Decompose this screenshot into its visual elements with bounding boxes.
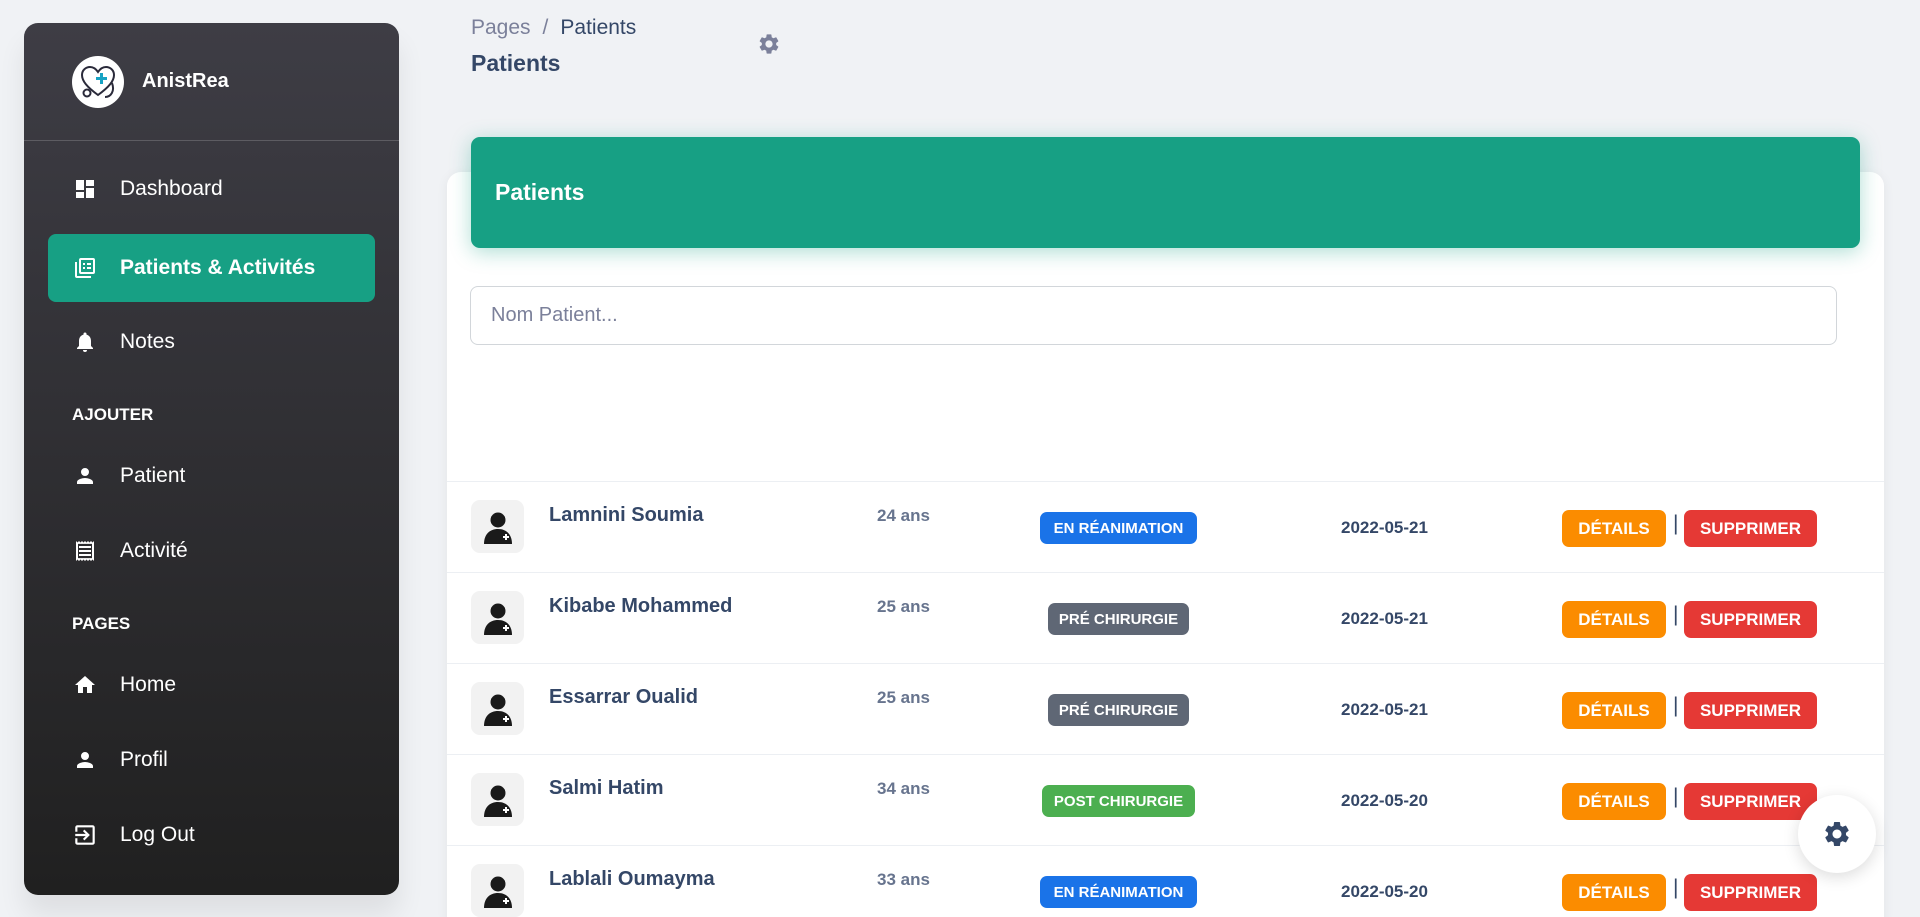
patient-name: Kibabe Mohammed bbox=[549, 595, 733, 617]
home-icon bbox=[72, 672, 98, 698]
dashboard-icon bbox=[72, 176, 98, 202]
sidebar-item-label: Notes bbox=[120, 330, 175, 353]
patient-avatar-icon bbox=[471, 864, 524, 917]
patient-date: 2022-05-20 bbox=[1341, 882, 1428, 901]
gear-icon bbox=[1825, 822, 1849, 846]
brand[interactable]: AnistRea bbox=[24, 23, 399, 141]
heart-stethoscope-icon bbox=[72, 55, 124, 108]
patient-name: Essarrar Oualid bbox=[549, 686, 698, 708]
patient-avatar-icon bbox=[471, 682, 524, 735]
sidebar-item-notes[interactable]: Notes bbox=[48, 308, 375, 376]
breadcrumb-current: Patients bbox=[560, 16, 637, 39]
sidebar-item-patients-activities[interactable]: Patients & Activités bbox=[48, 234, 375, 302]
patient-date: 2022-05-21 bbox=[1341, 518, 1428, 537]
logout-icon bbox=[72, 822, 98, 848]
patient-age: 25 ans bbox=[877, 597, 930, 616]
status-badge: POST CHIRURGIE bbox=[1042, 785, 1195, 817]
sidebar-item-label: Patient bbox=[120, 464, 186, 487]
action-separator: | bbox=[1673, 512, 1679, 535]
breadcrumb-separator: / bbox=[542, 16, 549, 39]
table-row: Salmi Hatim 34 ans POST CHIRURGIE 2022-05-2… bbox=[447, 754, 1884, 845]
details-button[interactable]: DÉTAILS bbox=[1562, 510, 1666, 547]
delete-button[interactable]: SUPPRIMER bbox=[1684, 601, 1817, 638]
sidebar-item-profil[interactable]: Profil bbox=[48, 726, 375, 794]
table-row: Lamnini Soumia 24 ans EN RÉANIMATION 2022-0… bbox=[447, 481, 1884, 572]
patient-avatar-icon bbox=[471, 591, 524, 644]
sidebar-item-add-activite[interactable]: Activité bbox=[48, 517, 375, 585]
person-icon bbox=[72, 463, 98, 489]
patient-avatar-icon bbox=[471, 773, 524, 826]
details-button[interactable]: DÉTAILS bbox=[1562, 783, 1666, 820]
status-badge: PRÉ CHIRURGIE bbox=[1048, 694, 1189, 726]
details-button[interactable]: DÉTAILS bbox=[1562, 874, 1666, 911]
patient-name: Salmi Hatim bbox=[549, 777, 664, 799]
gear-icon[interactable] bbox=[757, 32, 781, 56]
status-badge: EN RÉANIMATION bbox=[1040, 876, 1197, 908]
patient-name: Lablali Oumayma bbox=[549, 868, 715, 890]
sidebar-item-label: Patients & Activités bbox=[120, 256, 316, 279]
person-icon bbox=[72, 747, 98, 773]
delete-button[interactable]: SUPPRIMER bbox=[1684, 692, 1817, 729]
section-label-ajouter: AJOUTER bbox=[72, 405, 154, 424]
patients-activities-icon bbox=[72, 255, 98, 281]
patient-age: 34 ans bbox=[877, 779, 930, 798]
table-row: Lablali Oumayma 33 ans EN RÉANIMATION 2022-… bbox=[447, 845, 1884, 917]
delete-button[interactable]: SUPPRIMER bbox=[1684, 874, 1817, 911]
sidebar-item-label: Activité bbox=[120, 539, 188, 562]
sidebar-item-label: Log Out bbox=[120, 823, 195, 846]
sidebar-item-label: Profil bbox=[120, 748, 168, 771]
action-separator: | bbox=[1673, 694, 1679, 717]
card-header: Patients bbox=[471, 137, 1860, 248]
action-separator: | bbox=[1673, 603, 1679, 626]
receipt-icon bbox=[72, 538, 98, 564]
settings-fab[interactable] bbox=[1798, 795, 1876, 873]
patient-date: 2022-05-21 bbox=[1341, 700, 1428, 719]
card-title: Patients bbox=[495, 179, 585, 205]
table-row: Essarrar Oualid 25 ans PRÉ CHIRURGIE 2022-0… bbox=[447, 663, 1884, 754]
sidebar-item-label: Home bbox=[120, 673, 177, 696]
table-row: Kibabe Mohammed 25 ans PRÉ CHIRURGIE 2022-0… bbox=[447, 572, 1884, 663]
action-separator: | bbox=[1673, 876, 1679, 899]
action-separator: | bbox=[1673, 785, 1679, 808]
details-button[interactable]: DÉTAILS bbox=[1562, 692, 1666, 729]
sidebar-item-label: Dashboard bbox=[120, 177, 223, 200]
patient-name: Lamnini Soumia bbox=[549, 504, 704, 526]
sidebar-item-dashboard[interactable]: Dashboard bbox=[48, 155, 375, 223]
sidebar-item-logout[interactable]: Log Out bbox=[48, 801, 375, 869]
delete-button[interactable]: SUPPRIMER bbox=[1684, 510, 1817, 547]
patient-age: 33 ans bbox=[877, 870, 930, 889]
sidebar: AnistRea Dashboard Patients & Activités … bbox=[24, 23, 399, 895]
brand-name: AnistRea bbox=[142, 70, 229, 92]
breadcrumb-root[interactable]: Pages bbox=[471, 16, 531, 39]
details-button[interactable]: DÉTAILS bbox=[1562, 601, 1666, 638]
patient-avatar-icon bbox=[471, 500, 524, 553]
section-label-pages: PAGES bbox=[72, 614, 131, 633]
sidebar-item-home[interactable]: Home bbox=[48, 651, 375, 719]
patient-date: 2022-05-21 bbox=[1341, 609, 1428, 628]
status-badge: PRÉ CHIRURGIE bbox=[1048, 603, 1189, 635]
status-badge: EN RÉANIMATION bbox=[1040, 512, 1197, 544]
patient-age: 24 ans bbox=[877, 506, 930, 525]
search-input[interactable] bbox=[470, 286, 1837, 345]
sidebar-item-add-patient[interactable]: Patient bbox=[48, 442, 375, 510]
patient-date: 2022-05-20 bbox=[1341, 791, 1428, 810]
bell-icon bbox=[72, 329, 98, 355]
delete-button[interactable]: SUPPRIMER bbox=[1684, 783, 1817, 820]
patient-age: 25 ans bbox=[877, 688, 930, 707]
page-title: Patients bbox=[471, 50, 561, 76]
breadcrumb: Pages / Patients bbox=[471, 16, 636, 40]
